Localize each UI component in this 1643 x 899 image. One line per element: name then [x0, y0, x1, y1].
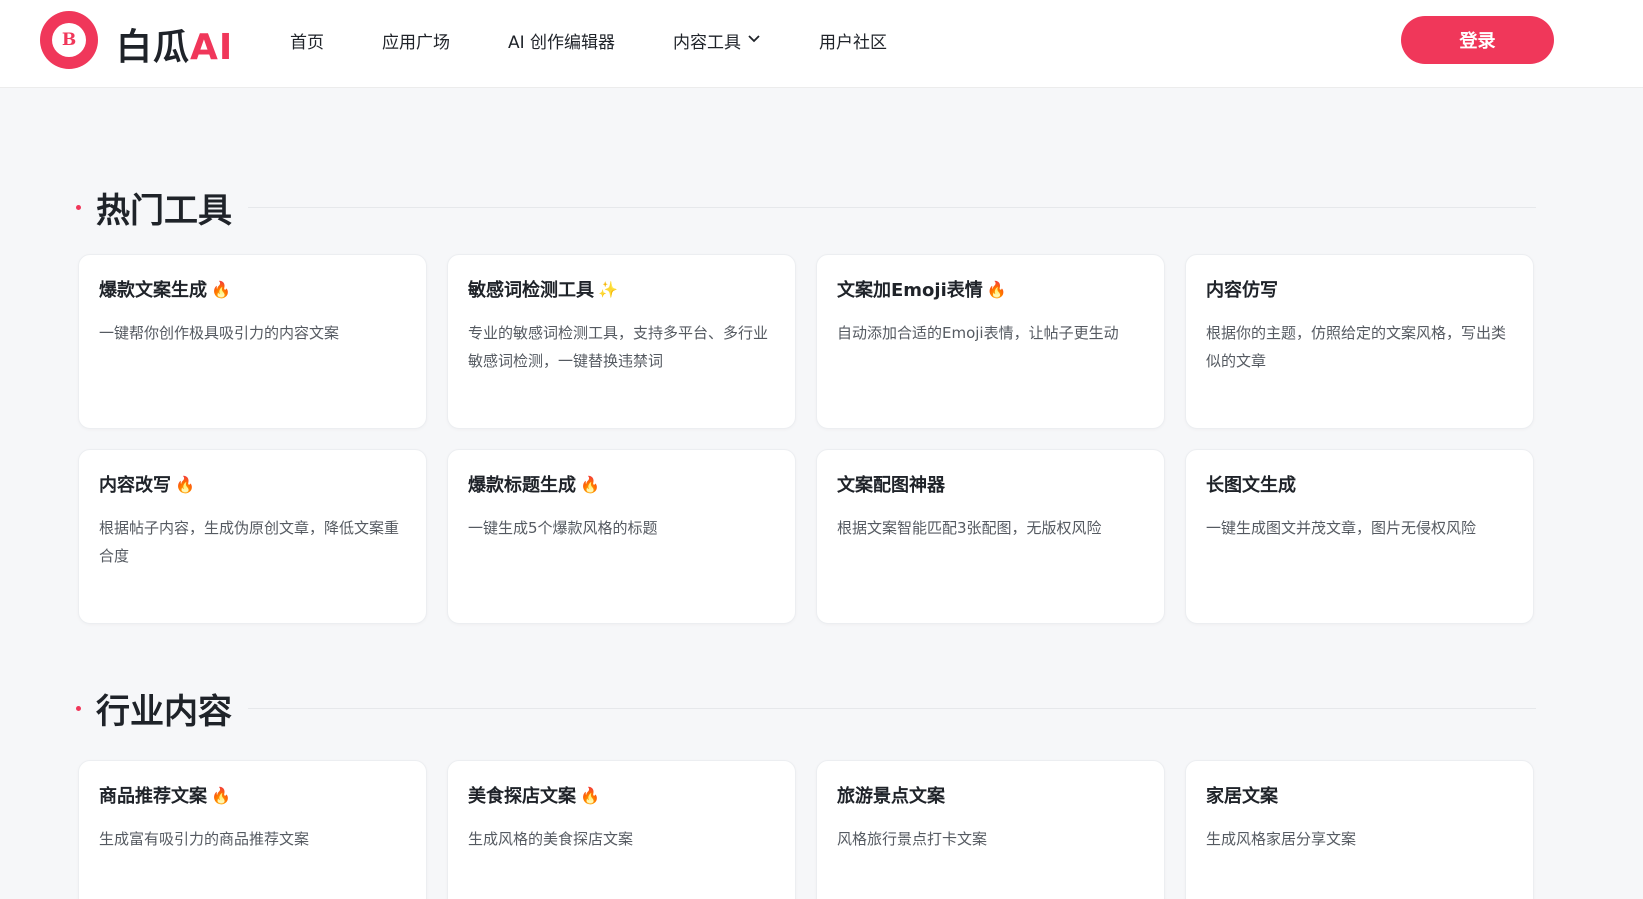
- nav-label: 内容工具: [673, 32, 742, 53]
- sparkle-icon: ✨: [598, 279, 618, 299]
- card-title: 文案加Emoji表情: [837, 280, 983, 301]
- card-title-row: 长图文生成: [1206, 470, 1513, 498]
- card-title: 爆款标题生成: [468, 475, 576, 496]
- card-description: 根据你的主题，仿照给定的文案风格，写出类似的文章: [1206, 324, 1507, 370]
- card-description: 生成风格的美食探店文案: [468, 830, 634, 848]
- fire-icon: 🔥: [580, 474, 600, 494]
- nav-item-home[interactable]: 首页: [290, 28, 324, 53]
- nav-label: 首页: [290, 32, 324, 53]
- main-nav: 首页 应用广场 AI 创作编辑器 内容工具 用户社区: [290, 0, 945, 80]
- nav-item-ai-editor[interactable]: AI 创作编辑器: [508, 28, 615, 53]
- tool-card[interactable]: 旅游景点文案 风格旅行景点打卡文案: [816, 760, 1165, 899]
- nav-label: 用户社区: [819, 32, 888, 53]
- card-description: 风格旅行景点打卡文案: [837, 830, 988, 848]
- brand-ai: AI: [190, 27, 234, 68]
- tool-card[interactable]: 家居文案 生成风格家居分享文案: [1185, 760, 1534, 899]
- section-title: 热门工具: [96, 191, 232, 231]
- section-header-industry: 行业内容: [76, 684, 1536, 733]
- card-title-row: 文案配图神器: [837, 470, 1144, 498]
- card-title-row: 敏感词检测工具 ✨: [468, 275, 775, 303]
- section-dot: [76, 706, 81, 711]
- fire-icon: 🔥: [211, 279, 231, 299]
- tool-card[interactable]: 内容仿写 根据你的主题，仿照给定的文案风格，写出类似的文章: [1185, 254, 1534, 429]
- card-title: 敏感词检测工具: [468, 280, 594, 301]
- section-header-hot-tools: 热门工具: [76, 183, 1536, 232]
- card-title-row: 内容仿写: [1206, 275, 1513, 303]
- card-title: 内容仿写: [1206, 280, 1278, 301]
- fire-icon: 🔥: [175, 474, 195, 494]
- brand-name[interactable]: 白瓜AI: [116, 18, 233, 70]
- card-description: 生成富有吸引力的商品推荐文案: [99, 830, 310, 848]
- card-title: 家居文案: [1206, 786, 1278, 807]
- card-description: 一键帮你创作极具吸引力的内容文案: [99, 324, 340, 342]
- card-title: 商品推荐文案: [99, 786, 207, 807]
- section-dot: [76, 205, 81, 210]
- card-title-row: 爆款标题生成 🔥: [468, 470, 775, 498]
- login-button[interactable]: 登录: [1401, 16, 1554, 64]
- chevron-down-icon: [747, 33, 761, 47]
- tool-card[interactable]: 文案加Emoji表情 🔥 自动添加合适的Emoji表情，让帖子更生动: [816, 254, 1165, 429]
- nav-label: AI 创作编辑器: [508, 32, 616, 53]
- card-description: 专业的敏感词检测工具，支持多平台、多行业敏感词检测，一键替换违禁词: [468, 324, 769, 370]
- tool-card[interactable]: 文案配图神器 根据文案智能匹配3张配图，无版权风险: [816, 449, 1165, 624]
- card-description: 根据文案智能匹配3张配图，无版权风险: [837, 519, 1102, 537]
- card-title: 爆款文案生成: [99, 280, 207, 301]
- card-title-row: 美食探店文案 🔥: [468, 781, 775, 809]
- tool-card[interactable]: 长图文生成 一键生成图文并茂文章，图片无侵权风险: [1185, 449, 1534, 624]
- fire-icon: 🔥: [580, 785, 600, 805]
- top-header: B 白瓜AI 首页 应用广场 AI 创作编辑器 内容工具 用户社区 登录: [0, 0, 1643, 88]
- card-description: 一键生成5个爆款风格的标题: [468, 519, 658, 537]
- nav-item-community[interactable]: 用户社区: [819, 28, 887, 53]
- card-title-row: 商品推荐文案 🔥: [99, 781, 406, 809]
- divider: [248, 207, 1536, 208]
- divider: [248, 708, 1536, 709]
- fire-icon: 🔥: [211, 785, 231, 805]
- card-title: 美食探店文案: [468, 786, 576, 807]
- card-description: 根据帖子内容，生成伪原创文章，降低文案重合度: [99, 519, 400, 565]
- section-title: 行业内容: [96, 692, 232, 732]
- tool-card[interactable]: 内容改写 🔥 根据帖子内容，生成伪原创文章，降低文案重合度: [78, 449, 427, 624]
- card-title: 内容改写: [99, 475, 171, 496]
- tool-card[interactable]: 敏感词检测工具 ✨ 专业的敏感词检测工具，支持多平台、多行业敏感词检测，一键替换违…: [447, 254, 796, 429]
- card-title-row: 旅游景点文案: [837, 781, 1144, 809]
- tool-card[interactable]: 美食探店文案 🔥 生成风格的美食探店文案: [447, 760, 796, 899]
- card-title-row: 爆款文案生成 🔥: [99, 275, 406, 303]
- card-title: 文案配图神器: [837, 475, 945, 496]
- logo-mark: B: [52, 23, 86, 57]
- tool-card[interactable]: 爆款标题生成 🔥 一键生成5个爆款风格的标题: [447, 449, 796, 624]
- card-title-row: 内容改写 🔥: [99, 470, 406, 498]
- card-title-row: 家居文案: [1206, 781, 1513, 809]
- tool-card[interactable]: 商品推荐文案 🔥 生成富有吸引力的商品推荐文案: [78, 760, 427, 899]
- hot-tools-grid: 爆款文案生成 🔥 一键帮你创作极具吸引力的内容文案 敏感词检测工具 ✨ 专业的敏感词…: [78, 254, 1534, 624]
- nav-label: 应用广场: [382, 32, 450, 53]
- card-title: 旅游景点文案: [837, 786, 945, 807]
- nav-item-app-plaza[interactable]: 应用广场: [382, 28, 450, 53]
- industry-grid: 商品推荐文案 🔥 生成富有吸引力的商品推荐文案 美食探店文案 🔥 生成风格的美食探店…: [78, 760, 1534, 899]
- logo-icon[interactable]: B: [40, 11, 98, 69]
- fire-icon: 🔥: [986, 279, 1007, 299]
- card-description: 一键生成图文并茂文章，图片无侵权风险: [1206, 519, 1477, 537]
- card-title-row: 文案加Emoji表情 🔥: [837, 275, 1144, 303]
- card-title: 长图文生成: [1206, 475, 1296, 496]
- card-description: 生成风格家居分享文案: [1206, 830, 1357, 848]
- brand-main: 白瓜: [116, 27, 191, 68]
- tool-card[interactable]: 爆款文案生成 🔥 一键帮你创作极具吸引力的内容文案: [78, 254, 427, 429]
- nav-item-content-tools[interactable]: 内容工具: [673, 28, 761, 53]
- card-description: 自动添加合适的Emoji表情，让帖子更生动: [837, 324, 1119, 342]
